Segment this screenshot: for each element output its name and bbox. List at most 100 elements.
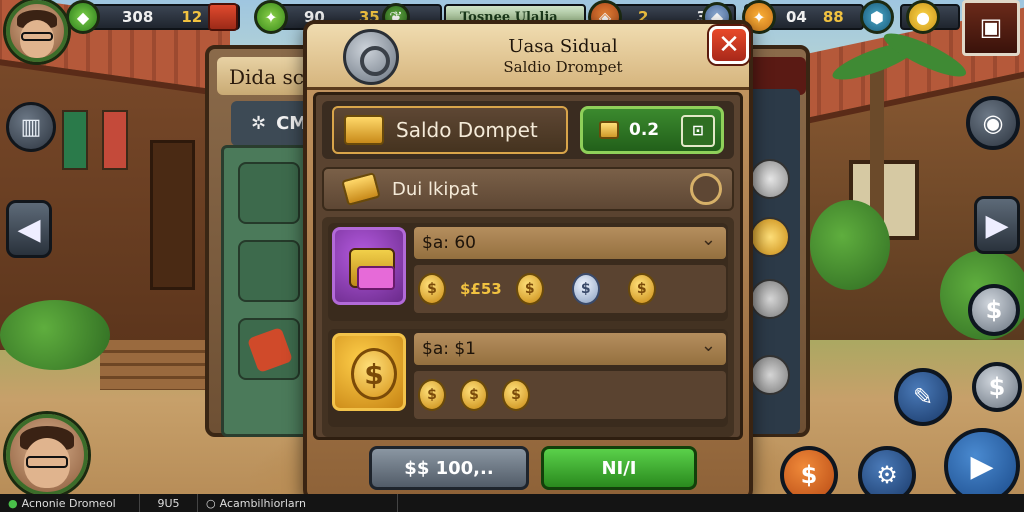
left-bush bbox=[0, 300, 110, 370]
gold-coin-icon: $ bbox=[460, 379, 488, 411]
wallet-balance-value: 0.2 bbox=[629, 120, 660, 140]
hud-bar5-extra: 88 bbox=[822, 8, 844, 26]
hud-bar5-value: 04 bbox=[786, 8, 807, 26]
silver-coin-icon: $ bbox=[571, 273, 600, 305]
status-dot-icon: ● bbox=[8, 496, 18, 510]
avatar-glasses bbox=[26, 456, 68, 468]
dialog-body: Saldo Dompet 0.2 ⊡ Dui lkipat $a: 60 ⌄ $… bbox=[313, 92, 743, 440]
gold-cube-icon bbox=[599, 121, 619, 139]
gear-icon: ✲ bbox=[251, 113, 267, 134]
silver-coin-icon bbox=[750, 279, 790, 319]
chevron-left-icon: ◀ bbox=[17, 211, 41, 247]
offer-1-price: $a: 60 bbox=[422, 233, 476, 253]
wallet-slot-icon: ⊡ bbox=[681, 115, 715, 147]
gear-icon: ⚙ bbox=[876, 461, 898, 489]
player-avatar-bottom[interactable] bbox=[6, 414, 88, 496]
wallet-balance-button[interactable]: 0.2 ⊡ bbox=[580, 106, 724, 154]
wallet-label: Saldo Dompet bbox=[396, 118, 538, 142]
dollar-icon: $ bbox=[800, 461, 818, 489]
offer-item-1[interactable]: $a: 60 ⌄ $ $£53 $ $ $ bbox=[328, 223, 728, 321]
chevron-down-icon[interactable]: ⌄ bbox=[701, 335, 716, 356]
dollar-icon: $ bbox=[988, 373, 1006, 401]
player-avatar-top[interactable] bbox=[6, 0, 68, 62]
red-banner bbox=[102, 110, 128, 170]
gold-bar-icon bbox=[341, 172, 381, 206]
search-icon: ○ bbox=[206, 496, 216, 510]
wooden-steps bbox=[100, 340, 210, 390]
offer-2-coins: $ $ $ bbox=[414, 371, 726, 419]
bottom-status-bar: ● Acnonie Dromeol 9U5 ○ Acambilhiorlarn bbox=[0, 494, 1024, 512]
gold-coin-icon: $ bbox=[627, 273, 656, 305]
price-button-label: $$ 100,.. bbox=[404, 457, 494, 479]
bar-chart-icon: ▥ bbox=[20, 114, 42, 140]
back-item-red-tag[interactable] bbox=[238, 318, 300, 380]
gold-bar-icon bbox=[344, 115, 384, 145]
silver-coin-icon bbox=[750, 355, 790, 395]
avatar-glasses bbox=[21, 32, 53, 41]
right-plant bbox=[810, 200, 890, 290]
hud-bar1-value: 308 bbox=[122, 8, 154, 26]
offer-item-2[interactable]: $ $a: $1 ⌄ $ $ $ bbox=[328, 329, 728, 427]
play-icon: ▶ bbox=[970, 448, 994, 484]
chevron-down-icon[interactable]: ⌄ bbox=[701, 229, 716, 250]
dialog-footer: $$ 100,.. NI/I bbox=[313, 444, 743, 494]
offer-1-header[interactable]: $a: 60 ⌄ bbox=[414, 227, 726, 259]
gold-coin-stack-icon: $ bbox=[332, 333, 406, 411]
camera-menu-button[interactable]: ▣ bbox=[962, 0, 1020, 56]
back-item-leaf[interactable] bbox=[238, 240, 300, 302]
status-left-text: Acnonie Dromeol bbox=[21, 496, 116, 510]
red-tag-icon bbox=[246, 326, 294, 374]
status-middle-text: 9U5 bbox=[157, 496, 180, 510]
offer-2-header[interactable]: $a: $1 ⌄ bbox=[414, 333, 726, 365]
green-banner bbox=[62, 110, 88, 170]
chevron-right-icon: ▶ bbox=[985, 207, 1009, 243]
silver-coin-button-2[interactable]: $ bbox=[972, 362, 1022, 412]
play-button[interactable]: ▶ bbox=[944, 428, 1020, 504]
eye-icon: ◉ bbox=[982, 109, 1004, 137]
status-right-text: Acambilhiorlarn bbox=[219, 496, 306, 510]
hud-add-button-1[interactable] bbox=[208, 3, 238, 31]
wallet-slot-label: ⊡ bbox=[692, 123, 704, 139]
section-label: Dui lkipat bbox=[392, 178, 478, 200]
back-item-money-stack[interactable] bbox=[238, 162, 300, 224]
hud-bar1-extra: 12 bbox=[181, 8, 203, 26]
view-toggle-button[interactable]: ◉ bbox=[966, 96, 1020, 150]
silver-coin-icon bbox=[750, 159, 790, 199]
status-middle: 9U5 bbox=[140, 494, 198, 512]
section-row[interactable]: Dui lkipat bbox=[322, 167, 734, 211]
dollar-icon: $ bbox=[985, 296, 1003, 324]
offer-1-coins-text: $£53 bbox=[460, 280, 502, 298]
lemon-gem-icon: ● bbox=[906, 0, 940, 34]
status-right: ○ Acambilhiorlarn bbox=[198, 494, 398, 512]
green-gem-icon: ◆ bbox=[66, 0, 100, 34]
silver-coin-button[interactable]: $ bbox=[968, 284, 1020, 336]
offers-area: $a: 60 ⌄ $ $£53 $ $ $ $ $a: $1 ⌄ $ $ $ bbox=[322, 217, 734, 437]
nav-left-button[interactable]: ◀ bbox=[6, 200, 52, 258]
wallet-label-box: Saldo Dompet bbox=[332, 106, 568, 154]
pencil-icon: ✎ bbox=[912, 383, 934, 411]
stats-menu-button[interactable]: ▥ bbox=[6, 102, 56, 152]
gold-coin-icon: $ bbox=[515, 273, 544, 305]
offer-2-price: $a: $1 bbox=[422, 339, 476, 359]
chest-body bbox=[349, 248, 395, 290]
treasure-chest-icon bbox=[332, 227, 406, 305]
wallet-dialog: Uasa Sidual Saldio Drompet ✕ Saldo Dompe… bbox=[303, 20, 753, 502]
back-panel-item-list bbox=[221, 145, 311, 437]
close-icon: ✕ bbox=[718, 30, 740, 60]
left-house-door bbox=[150, 140, 195, 290]
wallet-row: Saldo Dompet 0.2 ⊡ bbox=[322, 101, 734, 159]
gold-coin-icon: $ bbox=[418, 273, 446, 305]
gold-coin-icon: $ bbox=[502, 379, 530, 411]
dialog-subtitle: Saldio Drompet bbox=[503, 58, 623, 76]
nav-right-button[interactable]: ▶ bbox=[974, 196, 1020, 254]
section-radio-toggle[interactable] bbox=[690, 173, 722, 205]
dollar-coin-icon: $ bbox=[351, 348, 397, 400]
dialog-title: Uasa Sidual bbox=[508, 36, 618, 57]
offer-1-coins: $ $£53 $ $ $ bbox=[414, 265, 726, 313]
price-button[interactable]: $$ 100,.. bbox=[369, 446, 529, 490]
dialog-header: Uasa Sidual Saldio Drompet ✕ bbox=[307, 24, 749, 90]
gold-coin-icon: $ bbox=[418, 379, 446, 411]
confirm-button[interactable]: NI/I bbox=[541, 446, 697, 490]
close-button[interactable]: ✕ bbox=[709, 26, 749, 64]
edit-button[interactable]: ✎ bbox=[894, 368, 952, 426]
